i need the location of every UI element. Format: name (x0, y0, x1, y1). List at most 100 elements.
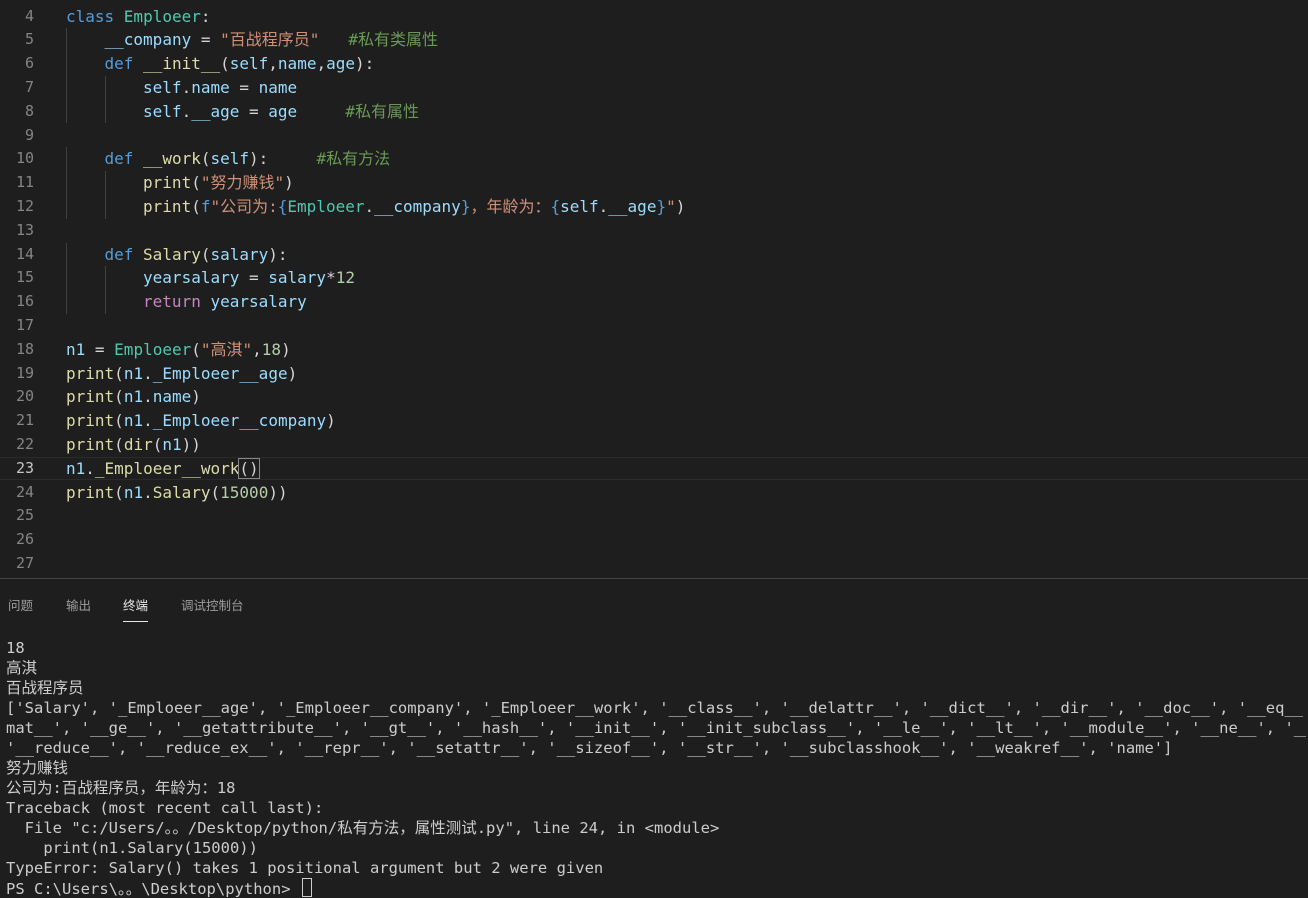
terminal-output[interactable]: 18 高淇 百战程序员 ['Salary', '_Emploeer__age', '_… (6, 638, 1306, 898)
code-line[interactable]: 9 (0, 124, 1308, 148)
code-line[interactable]: 7 self.name = name (0, 75, 1308, 100)
code-token: def (104, 244, 144, 264)
code-text: def __work(self): #私有方法 (105, 147, 391, 171)
code-line[interactable]: 26 (0, 528, 1308, 552)
code-token: ) (326, 411, 336, 431)
code-token: ): (268, 244, 288, 264)
code-token: ( (114, 411, 124, 431)
line-number: 13 (15, 220, 34, 239)
code-token: { (277, 196, 288, 216)
code-token: __age (191, 101, 240, 121)
code-token: #私有类属性 (348, 30, 438, 50)
code-text: print("努力赚钱") (143, 171, 294, 195)
code-token: . (364, 196, 375, 216)
code-token: self (229, 54, 269, 74)
code-token: Emploeer (287, 196, 365, 216)
code-line[interactable]: 27 (0, 552, 1308, 576)
code-line[interactable]: 15 yearsalary = salary*12 (0, 266, 1308, 291)
code-text: print(dir(n1)) (66, 433, 201, 457)
line-number: 18 (15, 339, 34, 358)
tab-problems[interactable]: 问题 (8, 595, 33, 621)
code-token: ( (191, 173, 201, 193)
indent-guide (66, 147, 67, 172)
code-token: self (143, 77, 182, 97)
tab-debug-console[interactable]: 调试控制台 (181, 595, 244, 621)
code-token: "百战程序员" (220, 30, 320, 50)
code-line[interactable]: 10 def __work(self): #私有方法 (0, 147, 1308, 172)
line-number: 20 (15, 387, 34, 406)
code-token: ( (191, 339, 201, 359)
code-token: __work (143, 149, 201, 169)
code-token: . (143, 363, 153, 383)
code-line[interactable]: 20 print(n1.name) (0, 385, 1308, 409)
line-number: 7 (24, 77, 34, 96)
terminal-line: mat__', '__ge__', '__getattribute__', '_… (6, 718, 1306, 738)
code-line[interactable]: 18 n1 = Emploeer("高淇",18) (0, 338, 1308, 362)
indent-guide (66, 28, 67, 53)
code-token: Salary (152, 482, 211, 502)
code-line[interactable]: 13 (0, 219, 1308, 243)
indent-guide (66, 75, 67, 100)
bottom-panel: 问题 输出 终端 调试控制台 18 高淇 百战程序员 ['Salary', '_Emp… (0, 578, 1308, 898)
code-token: self (210, 149, 250, 169)
code-text: yearsalary = salary*12 (143, 266, 355, 290)
code-editor[interactable]: 4 class Emploeer: 5 __company = "百战程序员" #私有… (0, 0, 1308, 578)
code-text: class Emploeer: (66, 5, 211, 29)
code-line[interactable]: 22 print(dir(n1)) (0, 433, 1308, 457)
code-token: 18 (261, 339, 282, 359)
code-line[interactable]: 16 return yearsalary (0, 290, 1308, 314)
terminal-text: '__reduce__', '__reduce_ex__', '__repr__… (6, 739, 1173, 757)
terminal-text: PS C:\Users\。。\Desktop\python> (6, 880, 300, 898)
terminal-line: print(n1.Salary(15000)) (6, 838, 1306, 858)
tab-output[interactable]: 输出 (66, 595, 91, 621)
code-line[interactable]: 19 print(n1._Emploeer__age) (0, 362, 1308, 386)
code-token: 15000 (220, 482, 269, 502)
code-line[interactable]: 23 n1._Emploeer__work() (0, 457, 1308, 481)
code-line[interactable]: 4 class Emploeer: (0, 5, 1308, 29)
terminal-line: 高淇 (6, 658, 1306, 678)
code-text: print(n1._Emploeer__age) (66, 362, 297, 386)
code-token: Salary (143, 244, 201, 264)
code-token: #私有方法 (316, 149, 391, 169)
terminal-text: Traceback (most recent call last): (6, 799, 324, 817)
code-token: ): (249, 149, 317, 169)
code-text: __company = "百战程序员" #私有类属性 (105, 28, 438, 52)
line-number: 5 (24, 30, 34, 49)
code-line[interactable]: 11 print("努力赚钱") (0, 171, 1308, 195)
line-number: 9 (24, 125, 34, 144)
code-token: age (326, 54, 355, 74)
code-token: ( (210, 482, 221, 502)
code-line[interactable]: 5 __company = "百战程序员" #私有类属性 (0, 28, 1308, 53)
code-token: ( (220, 54, 230, 74)
code-text: n1 = Emploeer("高淇",18) (66, 338, 291, 362)
code-token: yearsalary (143, 268, 240, 288)
indent-guide (104, 99, 106, 124)
terminal-text: ['Salary', '_Emploeer__age', '_Emploeer_… (6, 699, 1306, 717)
code-line[interactable]: 25 (0, 504, 1308, 528)
code-token: n1 (123, 387, 144, 407)
code-line[interactable]: 6 def __init__(self,name,age): (0, 52, 1308, 76)
code-token: , (252, 339, 262, 359)
code-token: yearsalary (210, 292, 307, 312)
indent-guide (66, 290, 67, 314)
code-line[interactable]: 14 def Salary(salary): (0, 242, 1308, 267)
indent-guide (104, 290, 106, 314)
code-line[interactable]: 12 print(f"公司为:{Emploeer.__company}，年龄为：{… (0, 194, 1308, 219)
tab-terminal[interactable]: 终端 (123, 595, 149, 622)
code-token: print (66, 411, 115, 431)
code-token: . (598, 196, 609, 216)
code-text: print(n1.name) (66, 385, 201, 409)
code-text: self.__age = age #私有属性 (143, 100, 419, 124)
code-token: n1 (123, 482, 144, 502)
code-token: : (200, 6, 211, 26)
code-line[interactable]: 21 print(n1._Emploeer__company) (0, 409, 1308, 433)
terminal-text: 努力赚钱 (6, 759, 69, 777)
line-number: 16 (15, 292, 34, 311)
code-line[interactable]: 8 self.__age = age #私有属性 (0, 99, 1308, 124)
code-token: "公司为: (210, 196, 278, 216)
code-line[interactable]: 17 (0, 314, 1308, 338)
code-token: = (239, 101, 269, 121)
terminal-line: '__reduce__', '__reduce_ex__', '__repr__… (6, 738, 1306, 758)
line-number: 19 (15, 363, 34, 382)
code-line[interactable]: 24 print(n1.Salary(15000)) (0, 481, 1308, 505)
